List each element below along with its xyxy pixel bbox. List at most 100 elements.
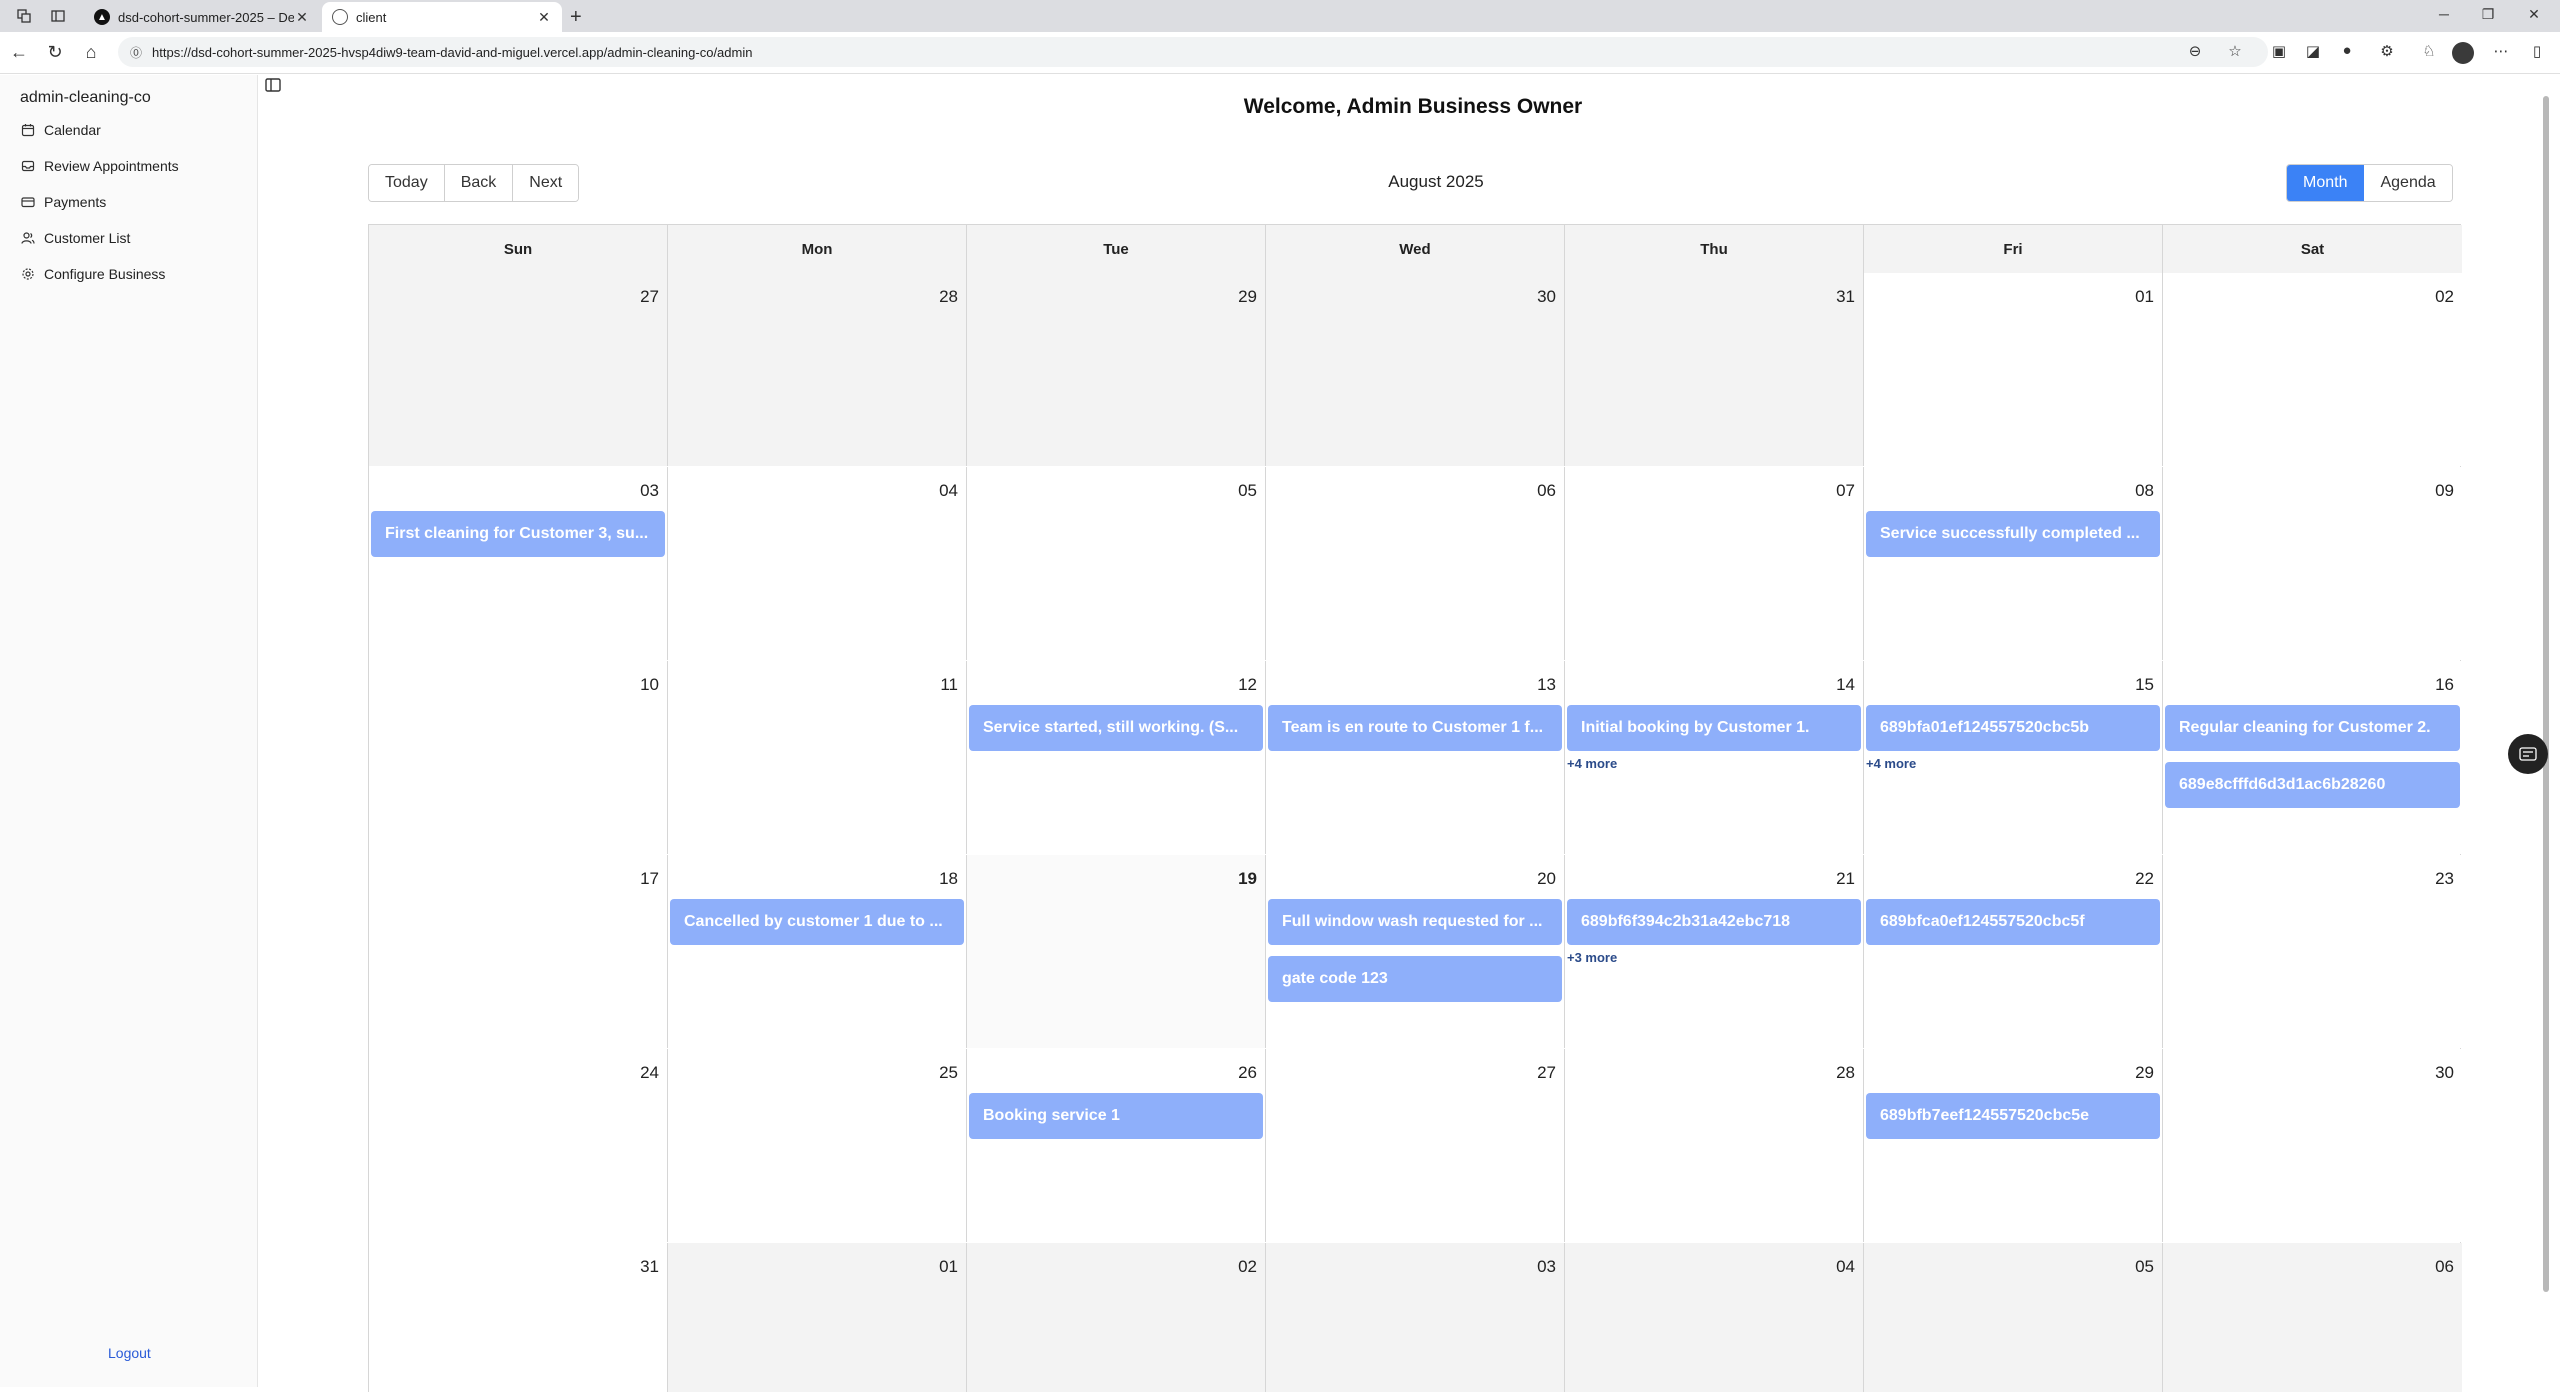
new-tab-icon[interactable]: + [570,6,582,29]
calendar-event[interactable]: Team is en route to Customer 1 f... [1268,705,1562,751]
day-cell[interactable]: 18 Cancelled by customer 1 due to ... [668,855,967,1048]
show-more-link[interactable]: +4 more [1866,756,1916,771]
back-arrow-icon[interactable]: ← [8,42,30,63]
day-cell[interactable]: 06 [1266,467,1565,660]
day-number[interactable]: 03 [1537,1257,1556,1277]
day-cell[interactable]: 16 Regular cleaning for Customer 2. 689e8c… [2163,661,2462,854]
day-cell[interactable]: 31 [1565,273,1864,466]
day-number[interactable]: 19 [1238,869,1257,889]
day-number[interactable]: 11 [940,675,958,695]
day-number[interactable]: 21 [1836,869,1855,889]
day-cell[interactable]: 29 689bfb7eef124557520cbc5e [1864,1049,2163,1242]
day-number[interactable]: 23 [2435,869,2454,889]
day-number[interactable]: 15 [2135,675,2154,695]
extension-icon[interactable]: ● [2336,42,2358,64]
workspaces-icon[interactable] [14,6,34,26]
day-cell[interactable]: 12 Service started, still working. (S... [967,661,1266,854]
close-tab-icon[interactable]: ✕ [294,9,310,26]
site-info-icon[interactable]: ⓪ [130,44,142,61]
browser-tab-deploy[interactable]: ▲ dsd-cohort-summer-2025 – Depl ✕ [84,2,320,32]
day-cell[interactable]: 24 [369,1049,668,1242]
day-number[interactable]: 10 [640,675,659,695]
day-number[interactable]: 08 [2135,481,2154,501]
day-number[interactable]: 06 [2435,1257,2454,1277]
day-number[interactable]: 28 [939,287,958,307]
day-cell[interactable]: 05 [967,467,1266,660]
scrollbar-thumb[interactable] [2543,96,2549,1292]
day-cell[interactable]: 07 [1565,467,1864,660]
calendar-event[interactable]: 689bfb7eef124557520cbc5e [1866,1093,2160,1139]
calendar-event[interactable]: 689e8cfffd6d3d1ac6b28260 [2165,762,2460,808]
sidebar-toggle-icon[interactable]: ▯ [2526,42,2548,64]
calendar-event[interactable]: First cleaning for Customer 3, su... [371,511,665,557]
day-cell[interactable]: 06 [2163,1243,2462,1392]
day-cell[interactable]: 17 [369,855,668,1048]
day-number[interactable]: 03 [640,481,659,501]
day-cell[interactable]: 30 [2163,1049,2462,1242]
more-menu-icon[interactable]: ⋯ [2490,42,2512,64]
day-number[interactable]: 12 [1238,675,1257,695]
day-number[interactable]: 02 [1238,1257,1257,1277]
show-more-link[interactable]: +3 more [1567,950,1617,965]
next-button[interactable]: Next [513,165,579,201]
day-cell[interactable]: 21 689bf6f394c2b31a42ebc718 +3 more [1565,855,1864,1048]
calendar-event[interactable]: Regular cleaning for Customer 2. [2165,705,2460,751]
sidebar-item-review-appointments[interactable]: Review Appointments [20,154,179,178]
back-button[interactable]: Back [444,165,514,201]
month-view-button[interactable]: Month [2287,165,2365,201]
restore-icon[interactable]: ❐ [2478,6,2498,23]
day-cell[interactable]: 03 [1266,1243,1565,1392]
browser-tab-client[interactable]: client ✕ [322,2,562,32]
day-number[interactable]: 06 [1537,481,1556,501]
day-cell[interactable]: 08 Service successfully completed ... [1864,467,2163,660]
day-cell[interactable]: 05 [1864,1243,2163,1392]
extensions-puzzle-icon[interactable]: ⚙ [2376,42,2398,64]
sidebar-item-configure-business[interactable]: Configure Business [20,262,165,286]
day-cell[interactable]: 01 [1864,273,2163,466]
extension-icon[interactable]: ▣ [2268,42,2290,64]
calendar-event[interactable]: gate code 123 [1268,956,1562,1002]
day-cell[interactable]: 31 [369,1243,668,1392]
calendar-event[interactable]: Cancelled by customer 1 due to ... [670,899,964,945]
profile-avatar[interactable] [2452,42,2474,64]
day-number[interactable]: 31 [1836,287,1855,307]
close-window-icon[interactable]: ✕ [2524,6,2544,23]
day-cell[interactable]: 28 [668,273,967,466]
day-number[interactable]: 29 [1238,287,1257,307]
sidebar-item-customer-list[interactable]: Customer List [20,226,130,250]
day-cell[interactable]: 14 Initial booking by Customer 1. +4 more [1565,661,1864,854]
day-cell[interactable]: 01 [668,1243,967,1392]
vertical-tabs-icon[interactable] [48,6,68,26]
calendar-event[interactable]: Full window wash requested for ... [1268,899,1562,945]
reader-mode-icon[interactable]: ⊖ [2184,42,2206,64]
url-field[interactable]: ⓪ https://dsd-cohort-summer-2025-hvsp4di… [118,37,2268,67]
day-number[interactable]: 14 [1836,675,1855,695]
day-cell[interactable]: 27 [369,273,668,466]
sidebar-item-payments[interactable]: Payments [20,190,106,214]
day-number[interactable]: 31 [640,1257,659,1277]
day-cell[interactable]: 20 Full window wash requested for ... gate… [1266,855,1565,1048]
favorite-star-icon[interactable]: ☆ [2224,42,2246,64]
collapse-sidebar-icon[interactable] [265,78,283,94]
day-number[interactable]: 27 [1537,1063,1556,1083]
home-icon[interactable]: ⌂ [80,42,102,63]
calendar-event[interactable]: 689bfca0ef124557520cbc5f [1866,899,2160,945]
calendar-event[interactable]: 689bfa01ef124557520cbc5b [1866,705,2160,751]
logout-link[interactable]: Logout [108,1345,151,1361]
day-cell[interactable]: 02 [967,1243,1266,1392]
day-number[interactable]: 04 [939,481,958,501]
day-number[interactable]: 02 [2435,287,2454,307]
day-cell[interactable]: 26 Booking service 1 [967,1049,1266,1242]
day-number[interactable]: 30 [2435,1063,2454,1083]
day-cell[interactable]: 09 [2163,467,2462,660]
page-scrollbar[interactable] [2541,80,2551,1390]
day-number[interactable]: 29 [2135,1063,2154,1083]
sidebar-item-calendar[interactable]: Calendar [20,118,101,142]
day-number[interactable]: 04 [1836,1257,1855,1277]
day-cell[interactable]: 15 689bfa01ef124557520cbc5b +4 more [1864,661,2163,854]
day-number[interactable]: 17 [640,869,659,889]
calendar-event[interactable]: Booking service 1 [969,1093,1263,1139]
day-number[interactable]: 25 [939,1063,958,1083]
agenda-view-button[interactable]: Agenda [2364,165,2452,201]
day-cell[interactable]: 02 [2163,273,2462,466]
